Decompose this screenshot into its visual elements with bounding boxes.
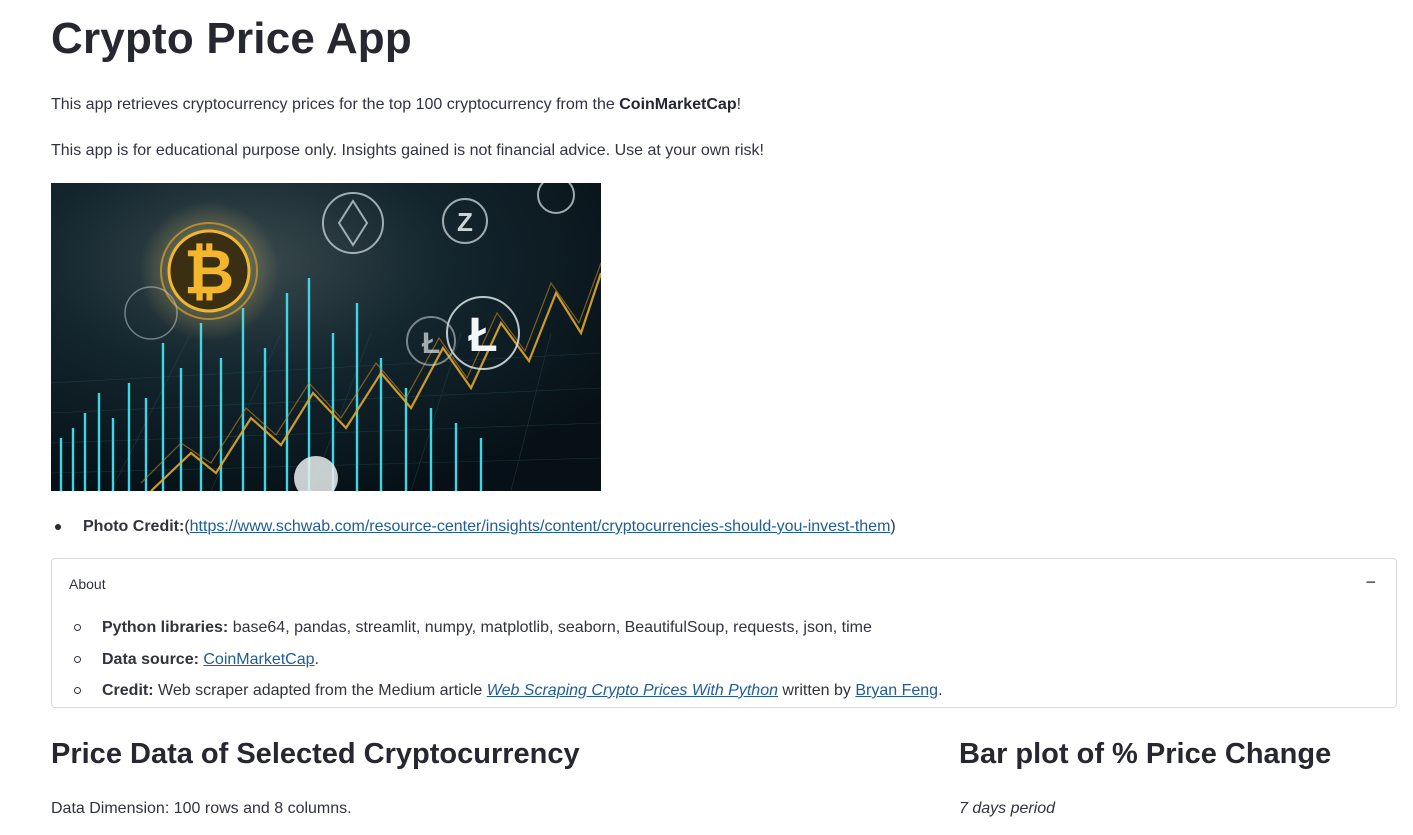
about-expander-header[interactable]: About — [69, 576, 106, 592]
svg-text:₿: ₿ — [184, 238, 235, 307]
credit-prefix: Web scraper adapted from the Medium arti… — [153, 682, 487, 699]
page-title: Crypto Price App — [51, 14, 412, 63]
about-expander: About − Python libraries: base64, pandas… — [51, 558, 1397, 708]
photo-credit-list: Photo Credit:(https://www.schwab.com/res… — [51, 515, 896, 539]
price-data-heading: Price Data of Selected Cryptocurrency — [51, 738, 580, 770]
svg-text:Ł: Ł — [468, 309, 497, 362]
about-item-libraries: Python libraries: base64, pandas, stream… — [70, 616, 943, 648]
libraries-label: Python libraries: — [102, 619, 229, 636]
source-label: Data source: — [102, 650, 199, 668]
period-italic: 7 days period — [959, 800, 1056, 817]
svg-text:Z: Z — [457, 207, 473, 237]
intro-text: This app retrieves cryptocurrency prices… — [51, 94, 741, 116]
bar-plot-heading: Bar plot of % Price Change — [959, 738, 1332, 770]
libraries-value: base64, pandas, streamlit, numpy, matplo… — [228, 619, 872, 636]
medium-article-link[interactable]: Web Scraping Crypto Prices With Python — [487, 682, 778, 699]
period-text: 7 days period — [959, 800, 1055, 818]
photo-credit-item: Photo Credit:(https://www.schwab.com/res… — [51, 515, 896, 539]
about-list: Python libraries: base64, pandas, stream… — [70, 616, 943, 711]
intro-prefix: This app retrieves cryptocurrency prices… — [51, 96, 620, 113]
source-suffix: . — [314, 650, 319, 668]
crypto-hero-image: ₿ Z Ł Ł — [51, 183, 601, 491]
photo-credit-label: Photo Credit: — [83, 518, 185, 535]
disclaimer-text: This app is for educational purpose only… — [51, 142, 764, 159]
about-item-credit: Credit: Web scraper adapted from the Med… — [70, 679, 943, 711]
photo-credit-link[interactable]: https://www.schwab.com/resource-center/i… — [190, 518, 891, 535]
photo-credit-close-paren: ) — [890, 518, 896, 535]
author-link[interactable]: Bryan Feng — [855, 682, 938, 699]
intro-suffix: ! — [736, 96, 742, 113]
credit-label: Credit: — [102, 682, 154, 699]
credit-mid: written by — [777, 682, 856, 699]
crypto-chart-illustration: ₿ Z Ł Ł — [51, 183, 601, 491]
collapse-icon[interactable]: − — [1365, 573, 1376, 591]
about-item-source: Data source: CoinMarketCap. — [70, 648, 943, 680]
credit-suffix: . — [938, 682, 943, 699]
svg-text:Ł: Ł — [422, 327, 440, 360]
intro-bold: CoinMarketCap — [619, 96, 737, 113]
data-dimension-text: Data Dimension: 100 rows and 8 columns. — [51, 800, 352, 817]
coinmarketcap-link[interactable]: CoinMarketCap — [203, 651, 314, 668]
